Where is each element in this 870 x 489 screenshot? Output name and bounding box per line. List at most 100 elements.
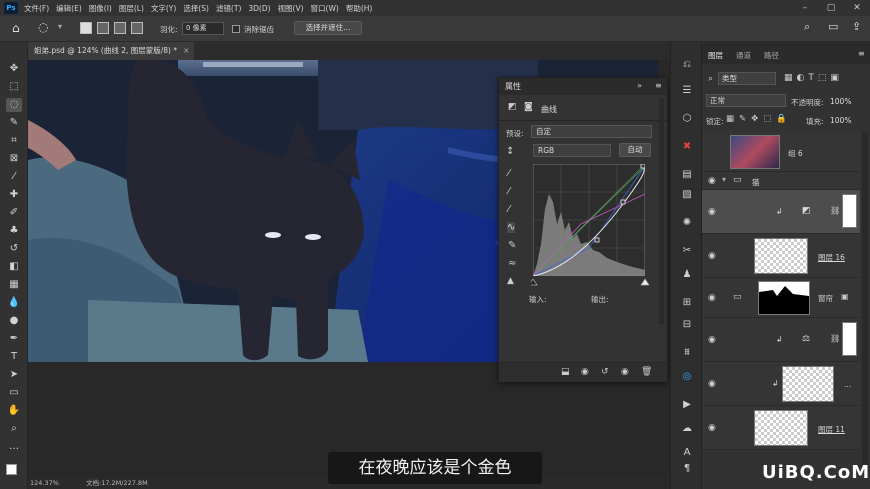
- sample-white-icon[interactable]: ⁄: [508, 204, 510, 215]
- dodge-tool-icon[interactable]: ●: [6, 314, 22, 328]
- collapse-icon[interactable]: »: [637, 81, 642, 90]
- paragraph-icon[interactable]: ¶: [678, 462, 696, 476]
- plugin-icon[interactable]: ✖: [678, 140, 696, 154]
- lock-icons[interactable]: ▦✎✥⬚🔒: [726, 114, 792, 124]
- auto-button[interactable]: 自动: [619, 143, 651, 157]
- history-brush-tool-icon[interactable]: ↺: [6, 242, 22, 256]
- lasso-tool-icon[interactable]: ◌: [38, 20, 48, 34]
- clone-stamp-tool-icon[interactable]: ♣: [6, 224, 22, 238]
- intersect-selection-icon[interactable]: [131, 22, 143, 34]
- eye-icon[interactable]: ◉: [708, 207, 716, 217]
- layer-row[interactable]: 组 6: [702, 132, 860, 172]
- 3d-panel-icon[interactable]: ⬡: [678, 112, 696, 126]
- quick-select-tool-icon[interactable]: ✎: [6, 116, 22, 130]
- menu-edit[interactable]: 编辑(E): [56, 3, 82, 14]
- home-icon[interactable]: ⌂: [12, 21, 20, 35]
- menu-filter[interactable]: 滤镜(T): [216, 3, 241, 14]
- layer-name[interactable]: 图层 11: [818, 424, 845, 435]
- visibility-icon[interactable]: ◉: [621, 367, 629, 377]
- curves-graph[interactable]: [533, 164, 645, 276]
- curve-point[interactable]: [620, 199, 626, 205]
- search-icon[interactable]: ⌕: [804, 20, 810, 34]
- close-tab-icon[interactable]: ×: [183, 46, 189, 55]
- eye-icon[interactable]: ◉: [708, 379, 716, 389]
- menu-3d[interactable]: 3D(D): [248, 4, 270, 13]
- layer-row[interactable]: ◉ 图层 16: [702, 234, 860, 278]
- panel-menu-icon[interactable]: ≡: [858, 49, 865, 58]
- eraser-tool-icon[interactable]: ◧: [6, 260, 22, 274]
- layer-mask-thumbnail[interactable]: [842, 322, 857, 356]
- path-select-tool-icon[interactable]: ➤: [6, 368, 22, 382]
- layer-name[interactable]: 图层 16: [818, 252, 845, 263]
- mask-icon[interactable]: ◙: [524, 102, 533, 112]
- layer-row[interactable]: ◉ ↲ ...: [702, 362, 860, 406]
- layer-filter-select[interactable]: 类型: [718, 72, 776, 85]
- sample-black-icon[interactable]: ⁄: [508, 168, 510, 179]
- preset-select[interactable]: 自定: [531, 125, 652, 138]
- workspace-icon[interactable]: ▭: [828, 20, 838, 33]
- layers-scrollbar[interactable]: [862, 132, 868, 472]
- menu-help[interactable]: 帮助(H): [346, 3, 373, 14]
- curve-point[interactable]: [640, 164, 645, 169]
- clone-source-icon[interactable]: ♟: [678, 268, 696, 282]
- layer-row[interactable]: ◉ ▾ ▭ 猫: [702, 172, 860, 190]
- fill-input[interactable]: 100%: [830, 116, 851, 125]
- lasso-tool-icon[interactable]: ◌: [6, 98, 22, 112]
- share-icon[interactable]: ⇪: [852, 20, 861, 33]
- hand-tool-icon[interactable]: ✋: [6, 404, 22, 418]
- timeline-icon[interactable]: ⩩: [678, 346, 696, 360]
- add-selection-icon[interactable]: [97, 22, 109, 34]
- layer-name[interactable]: 窗帘: [818, 293, 833, 304]
- healing-brush-tool-icon[interactable]: ✚: [6, 188, 22, 202]
- libraries-icon[interactable]: ☁: [678, 422, 696, 436]
- on-image-tool-icon[interactable]: ↕: [506, 146, 514, 157]
- document-tab[interactable]: 姐弟.psd @ 124% (曲线 2, 图层蒙版/8) * ×: [28, 42, 194, 60]
- measurement-icon[interactable]: ⊟: [678, 318, 696, 332]
- layer-row[interactable]: ◉ ▭ 窗帘 ▣: [702, 278, 860, 318]
- chain-link-icon[interactable]: ⛓: [830, 334, 840, 343]
- delete-icon[interactable]: 🗑: [641, 367, 652, 377]
- eye-icon[interactable]: ◉: [708, 293, 716, 303]
- eyedropper-tool-icon[interactable]: ⁄: [6, 170, 22, 184]
- reset-icon[interactable]: ↺: [601, 367, 609, 377]
- chevron-down-icon[interactable]: ▾: [58, 22, 62, 31]
- adjustments-panel-icon[interactable]: ☰: [678, 84, 696, 98]
- frame-tool-icon[interactable]: ⊠: [6, 152, 22, 166]
- properties-scrollbar[interactable]: [659, 98, 664, 324]
- layer-name[interactable]: 组 6: [788, 148, 803, 159]
- sample-gray-icon[interactable]: ⁄: [508, 186, 510, 197]
- opacity-input[interactable]: 100%: [830, 97, 851, 106]
- subtract-selection-icon[interactable]: [114, 22, 126, 34]
- character-panel-icon[interactable]: A: [678, 446, 696, 460]
- curve-points-icon[interactable]: ∿: [507, 222, 516, 233]
- maximize-icon[interactable]: ▢: [818, 0, 844, 16]
- zoom-level[interactable]: 124.37%: [30, 477, 59, 489]
- input-sliders[interactable]: [531, 278, 649, 286]
- curve-point[interactable]: [594, 237, 600, 243]
- antialias-checkbox[interactable]: [232, 25, 240, 33]
- styles-panel-icon[interactable]: ▧: [678, 188, 696, 202]
- tab-channels[interactable]: 通道: [736, 50, 751, 61]
- panel-menu-icon[interactable]: ≡: [655, 81, 662, 90]
- pen-tool-icon[interactable]: ✒: [6, 332, 22, 346]
- smooth-icon[interactable]: ≈: [508, 258, 516, 269]
- layer-mask-thumbnail[interactable]: [842, 194, 857, 228]
- view-previous-icon[interactable]: ◉: [581, 367, 589, 377]
- clipping-warning-icon[interactable]: ▲: [507, 276, 514, 286]
- menu-view[interactable]: 视图(V): [278, 3, 304, 14]
- play-action-icon[interactable]: ▶: [678, 398, 696, 412]
- zoom-tool-icon[interactable]: ⌕: [6, 422, 22, 436]
- menu-select[interactable]: 选择(S): [183, 3, 209, 14]
- brushes-panel-icon[interactable]: ✺: [678, 216, 696, 230]
- menu-file[interactable]: 文件(F): [24, 3, 49, 14]
- menu-window[interactable]: 窗口(W): [311, 3, 339, 14]
- layer-name[interactable]: 猫: [752, 177, 760, 188]
- tab-paths[interactable]: 路径: [764, 50, 779, 61]
- layer-row[interactable]: ◉ 图层 11: [702, 406, 860, 450]
- layer-row-selected[interactable]: ◉ ↲ ◩ ⛓: [702, 190, 860, 234]
- more-tools-icon[interactable]: …: [6, 440, 22, 454]
- mask-icon[interactable]: ▣: [841, 292, 849, 301]
- channel-select[interactable]: RGB: [533, 144, 611, 157]
- select-and-mask-button[interactable]: 选择并遮住...: [294, 21, 362, 35]
- crop-tool-icon[interactable]: ⌗: [6, 134, 22, 148]
